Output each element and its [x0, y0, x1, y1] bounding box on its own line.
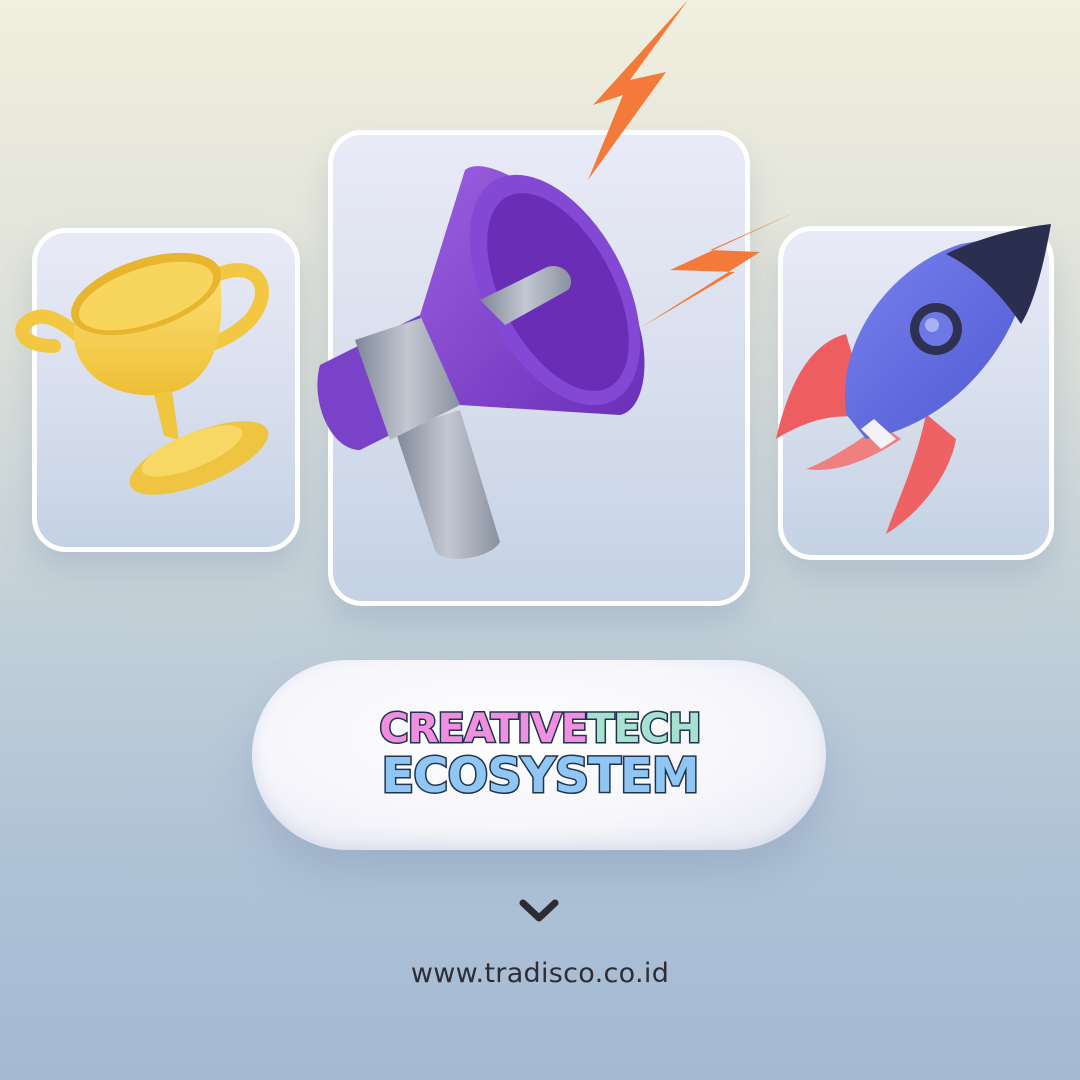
chevron-down-icon: [519, 899, 559, 922]
rocket-icon: [776, 224, 1051, 534]
headline-line-2: ECOSYSTEM: [380, 748, 701, 804]
headline-line-1: CREATIVETECH: [0, 706, 1080, 752]
megaphone-icon: [317, 166, 645, 559]
headline-word-tech: TECH: [586, 706, 703, 752]
website-url[interactable]: www.tradisco.co.id: [0, 958, 1080, 989]
trophy-icon: [15, 252, 269, 495]
lightning-bolt-icon: [588, 0, 688, 180]
headline-word-creative: CREATIVE: [378, 706, 590, 752]
